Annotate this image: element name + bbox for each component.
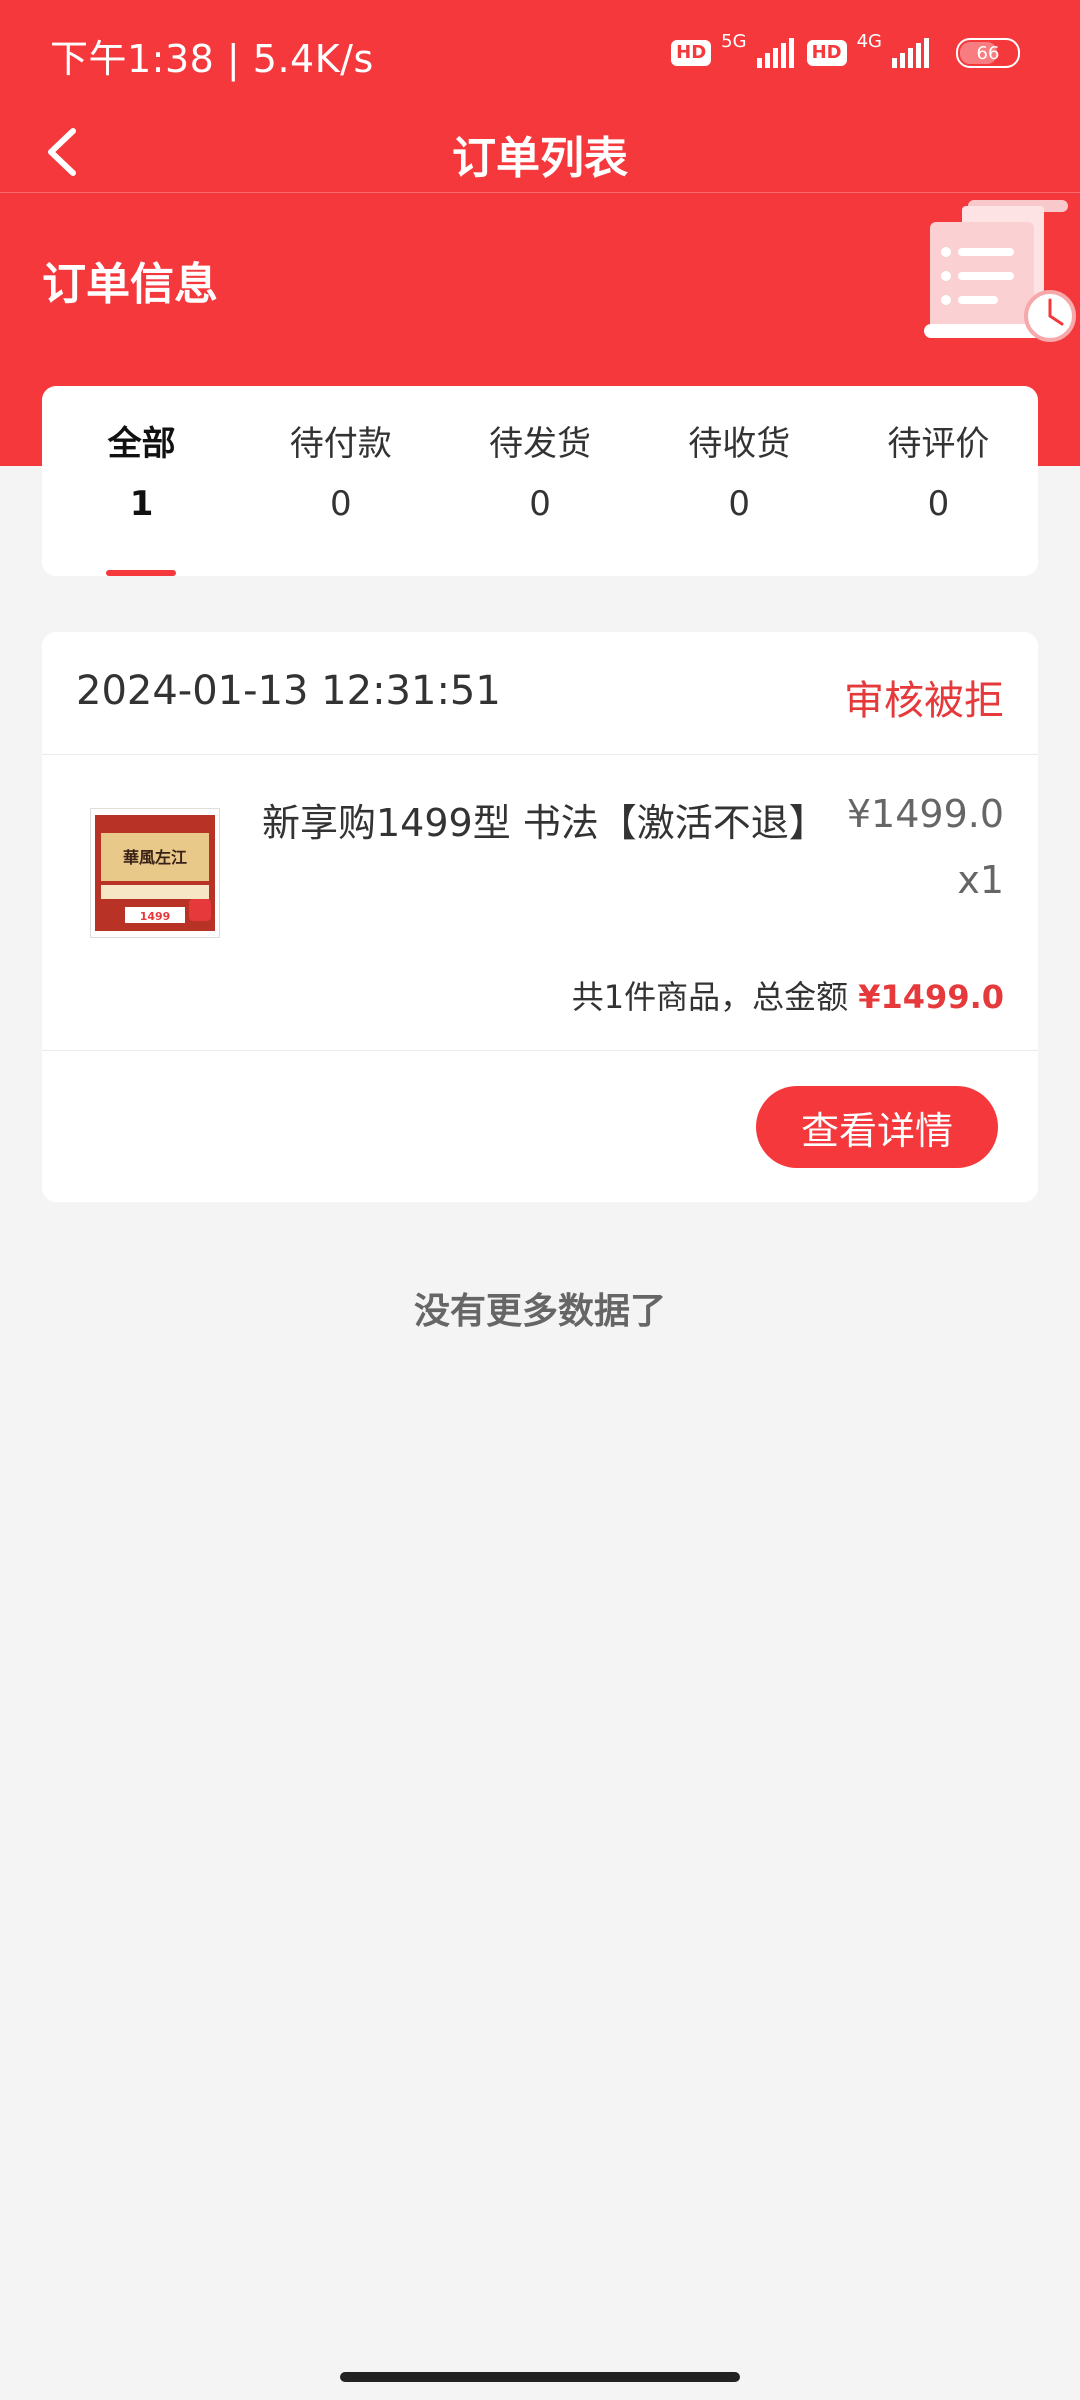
- tab-label: 待收货: [688, 424, 791, 464]
- product-name: 新享购1499型 书法【激活不退】: [262, 801, 827, 845]
- status-time-speed: 下午1:38 | 5.4K/s: [50, 37, 374, 81]
- tab-pending-review[interactable]: 待评价 0: [839, 386, 1038, 576]
- summary-prefix: 共1件商品，总金额: [571, 978, 849, 1016]
- order-summary: 共1件商品，总金额 ¥1499.0: [572, 972, 1004, 1018]
- thumb-calligraphy: 華風左江: [123, 848, 187, 867]
- tab-count: 0: [529, 484, 551, 524]
- hd-badge-2: HD: [806, 40, 847, 66]
- tab-label: 待付款: [289, 424, 392, 464]
- tab-label: 全部: [107, 424, 176, 464]
- battery-level: 66: [976, 42, 1000, 64]
- status-indicators: HD 5G HD 4G 66: [671, 30, 1020, 76]
- thumb-price: 1499: [140, 910, 171, 923]
- signal-bars-icon: [892, 38, 929, 68]
- tab-label: 待评价: [887, 424, 990, 464]
- page-title: 订单列表: [452, 133, 628, 184]
- network-5g-label: 5G: [721, 30, 747, 52]
- receipt-clock-icon: [924, 200, 1076, 342]
- tab-pending-shipment[interactable]: 待发货 0: [440, 386, 639, 576]
- tab-label: 待发货: [489, 424, 591, 464]
- tab-pending-payment[interactable]: 待付款 0: [241, 386, 440, 576]
- battery-icon: 66: [956, 38, 1020, 68]
- active-tab-indicator: [106, 570, 176, 576]
- tab-count: 1: [129, 484, 154, 524]
- order-item[interactable]: 華風左江 1499 新享购1499型 书法【激活不退】 ¥1499.0 x1 共…: [42, 754, 1038, 1051]
- home-indicator[interactable]: [340, 2372, 740, 2382]
- order-card[interactable]: 2024-01-13 12:31:51 审核被拒 華風左江 1499 新享购14…: [42, 632, 1038, 1202]
- product-quantity: x1: [957, 858, 1004, 902]
- signal-bars-icon: [756, 38, 794, 68]
- no-more-data-text: 没有更多数据了: [413, 1291, 666, 1332]
- tab-all[interactable]: 全部 1: [42, 386, 241, 576]
- tab-count: 0: [728, 484, 751, 524]
- summary-amount: ¥1499.0: [858, 978, 1004, 1016]
- product-price: ¥1499.0: [846, 792, 1004, 836]
- order-time: 2024-01-13 12:31:51: [76, 668, 501, 714]
- order-header: 2024-01-13 12:31:51 审核被拒: [42, 632, 1038, 755]
- order-status: 审核被拒: [844, 678, 1004, 724]
- status-bar: 下午1:38 | 5.4K/s HD 5G HD 4G 66: [0, 0, 1080, 110]
- order-tabs: 全部 1 待付款 0 待发货 0 待收货 0 待评价 0: [42, 386, 1038, 576]
- tab-count: 0: [927, 484, 950, 524]
- view-details-button[interactable]: 查看详情: [756, 1086, 998, 1168]
- section-title: 订单信息: [42, 259, 218, 310]
- nav-bar: 订单列表: [0, 112, 1080, 193]
- network-4g-label: 4G: [856, 30, 882, 52]
- product-thumbnail: 華風左江 1499: [90, 808, 220, 938]
- product-image: 華風左江 1499: [91, 809, 219, 937]
- hd-badge-1: HD: [671, 40, 712, 66]
- tab-pending-receipt[interactable]: 待收货 0: [640, 386, 839, 576]
- tab-count: 0: [329, 484, 352, 524]
